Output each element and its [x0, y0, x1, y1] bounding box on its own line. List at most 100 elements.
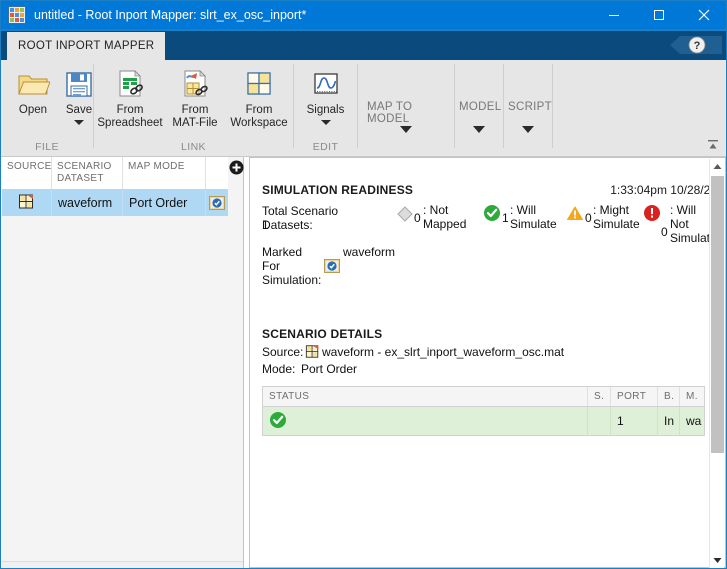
scrollbar-thumb[interactable] — [711, 176, 724, 453]
collapse-ribbon-button[interactable] — [706, 138, 720, 152]
readiness-timestamp: 1:33:04pm 10/28/20 — [610, 183, 711, 197]
open-folder-icon — [16, 67, 51, 101]
ribbon-group-file: Open Save FILE — [1, 60, 93, 156]
scenario-source-icon — [305, 344, 320, 362]
marked-for-simulation-label: Marked For Simulation: — [262, 245, 322, 287]
scenario-table: SOURCE SCENARIO DATASET MAP MODE wavefor… — [2, 157, 228, 216]
add-scenario-button[interactable] — [229, 160, 244, 175]
ribbon-group-link: From Spreadsheet From MAT-File From Work… — [94, 60, 293, 156]
from-spreadsheet-button[interactable]: From Spreadsheet — [94, 64, 166, 130]
from-mat-file-label: From MAT-File — [172, 104, 218, 129]
signals-button[interactable]: Signals — [294, 64, 357, 125]
check-icon — [269, 411, 287, 432]
mode-label: Mode: — [262, 362, 296, 376]
simulation-readiness-heading: SIMULATION READINESS — [262, 183, 414, 197]
counter-might-simulate-label: : Might Simulate — [593, 203, 640, 231]
scenario-source-icon — [18, 193, 35, 213]
model-caret[interactable] — [473, 126, 485, 133]
diamond-icon — [397, 206, 413, 225]
cell-m: wa — [686, 414, 702, 428]
ribbon-group-file-label: FILE — [35, 141, 59, 153]
cell-port: 1 — [611, 407, 658, 435]
tab-root-inport-mapper[interactable]: ROOT INPORT MAPPER — [7, 32, 166, 60]
source-value: waveform - ex_slrt_inport_waveform_osc.m… — [322, 345, 565, 359]
mode-value: Port Order — [301, 362, 358, 376]
scenario-table-header: SOURCE SCENARIO DATASET MAP MODE — [2, 157, 228, 190]
source-label: Source: — [262, 345, 304, 359]
warning-icon — [566, 205, 584, 224]
minimize-button[interactable] — [591, 1, 636, 29]
column-header-status[interactable]: STATUS — [263, 387, 588, 406]
cell-marked[interactable] — [206, 190, 228, 216]
signals-dropdown-caret[interactable] — [320, 120, 331, 125]
from-workspace-button[interactable]: From Workspace — [226, 64, 292, 130]
ribbon-tab-strip: ROOT INPORT MAPPER ? — [1, 29, 726, 60]
from-mat-file-button[interactable]: From MAT-File — [164, 64, 226, 130]
spreadsheet-link-icon — [113, 67, 147, 101]
cell-b: In — [658, 407, 680, 435]
cell-dataset: waveform — [52, 190, 123, 216]
total-datasets-label: Total Scenario Datasets: — [262, 204, 339, 232]
column-header-b[interactable]: B. — [658, 387, 680, 406]
title-bar: untitled - Root Inport Mapper: slrt_ex_o… — [1, 1, 726, 29]
cell-source — [2, 190, 52, 216]
table-row[interactable]: 1 In wa — [263, 407, 704, 435]
counter-not-mapped-count: 0 — [414, 211, 421, 225]
from-spreadsheet-label: From Spreadsheet — [97, 104, 163, 129]
column-header-port[interactable]: PORT — [611, 387, 658, 406]
column-header-m[interactable]: M. — [680, 387, 704, 406]
column-header-dataset[interactable]: SCENARIO DATASET — [52, 157, 123, 189]
marked-check-icon — [209, 196, 225, 210]
scenario-list-panel: SOURCE SCENARIO DATASET MAP MODE wavefor… — [2, 157, 244, 568]
help-button[interactable]: ? — [660, 33, 722, 57]
total-datasets-value: 1 — [262, 218, 269, 232]
left-panel-horizontal-scrollbar[interactable] — [2, 561, 243, 568]
column-header-source[interactable]: SOURCE — [2, 157, 52, 189]
signals-scope-icon — [309, 67, 343, 101]
map-to-model-label: MAP TO MODEL — [367, 101, 413, 125]
column-header-marked[interactable] — [206, 157, 228, 189]
signal-status-table: STATUS S. PORT B. M. 1 In wa — [262, 386, 705, 436]
counter-will-simulate-count: 1 — [502, 211, 509, 225]
close-button[interactable] — [681, 1, 726, 29]
script-caret[interactable] — [522, 126, 534, 133]
column-header-mapmode[interactable]: MAP MODE — [123, 157, 206, 189]
svg-text:?: ? — [694, 40, 701, 52]
root-inport-mapper-window: untitled - Root Inport Mapper: slrt_ex_o… — [0, 0, 727, 569]
error-icon — [643, 204, 661, 225]
scrollbar-up-arrow[interactable] — [710, 159, 725, 174]
matfile-link-icon — [178, 67, 212, 101]
counter-will-not-simulate-count: 0 — [661, 225, 668, 239]
maximize-button[interactable] — [636, 1, 681, 29]
details-panel: SIMULATION READINESS 1:33:04pm 10/28/20 … — [249, 157, 726, 568]
ribbon-group-script[interactable]: SCRIPT — [504, 60, 552, 156]
cell-status — [263, 407, 588, 435]
ribbon-group-model[interactable]: MODEL — [455, 60, 503, 156]
open-label: Open — [18, 104, 48, 116]
script-label: SCRIPT — [508, 101, 552, 113]
details-vertical-scrollbar[interactable] — [709, 159, 724, 568]
counter-might-simulate-count: 0 — [585, 211, 592, 225]
from-workspace-label: From Workspace — [230, 104, 288, 129]
check-icon — [483, 204, 501, 225]
details-content: SIMULATION READINESS 1:33:04pm 10/28/20 … — [251, 159, 711, 568]
counter-not-mapped-label: : Not Mapped — [423, 203, 467, 231]
marked-for-simulation-icon — [324, 259, 340, 276]
signals-label: Signals — [306, 104, 345, 116]
model-label: MODEL — [459, 101, 502, 113]
scenario-details-heading: SCENARIO DETAILS — [262, 327, 383, 341]
table-row[interactable]: waveform Port Order — [2, 190, 228, 216]
save-label: Save — [65, 104, 93, 116]
cell-map-mode: Port Order — [123, 190, 206, 216]
scrollbar-down-arrow[interactable] — [710, 553, 725, 568]
column-header-s[interactable]: S. — [588, 387, 611, 406]
root-inport-mapper-icon — [8, 6, 26, 24]
ribbon-group-link-label: LINK — [181, 141, 206, 153]
ribbon-group-map-to-model[interactable]: MAP TO MODEL — [358, 60, 454, 156]
counter-will-simulate-label: : Will Simulate — [510, 203, 557, 231]
save-dropdown-caret[interactable] — [74, 120, 84, 125]
ribbon: Open Save FILE From Spreadsheet From MAT… — [1, 60, 726, 157]
save-disk-icon — [62, 67, 96, 101]
map-to-model-caret[interactable] — [400, 126, 412, 133]
ribbon-separator-6 — [552, 64, 553, 148]
